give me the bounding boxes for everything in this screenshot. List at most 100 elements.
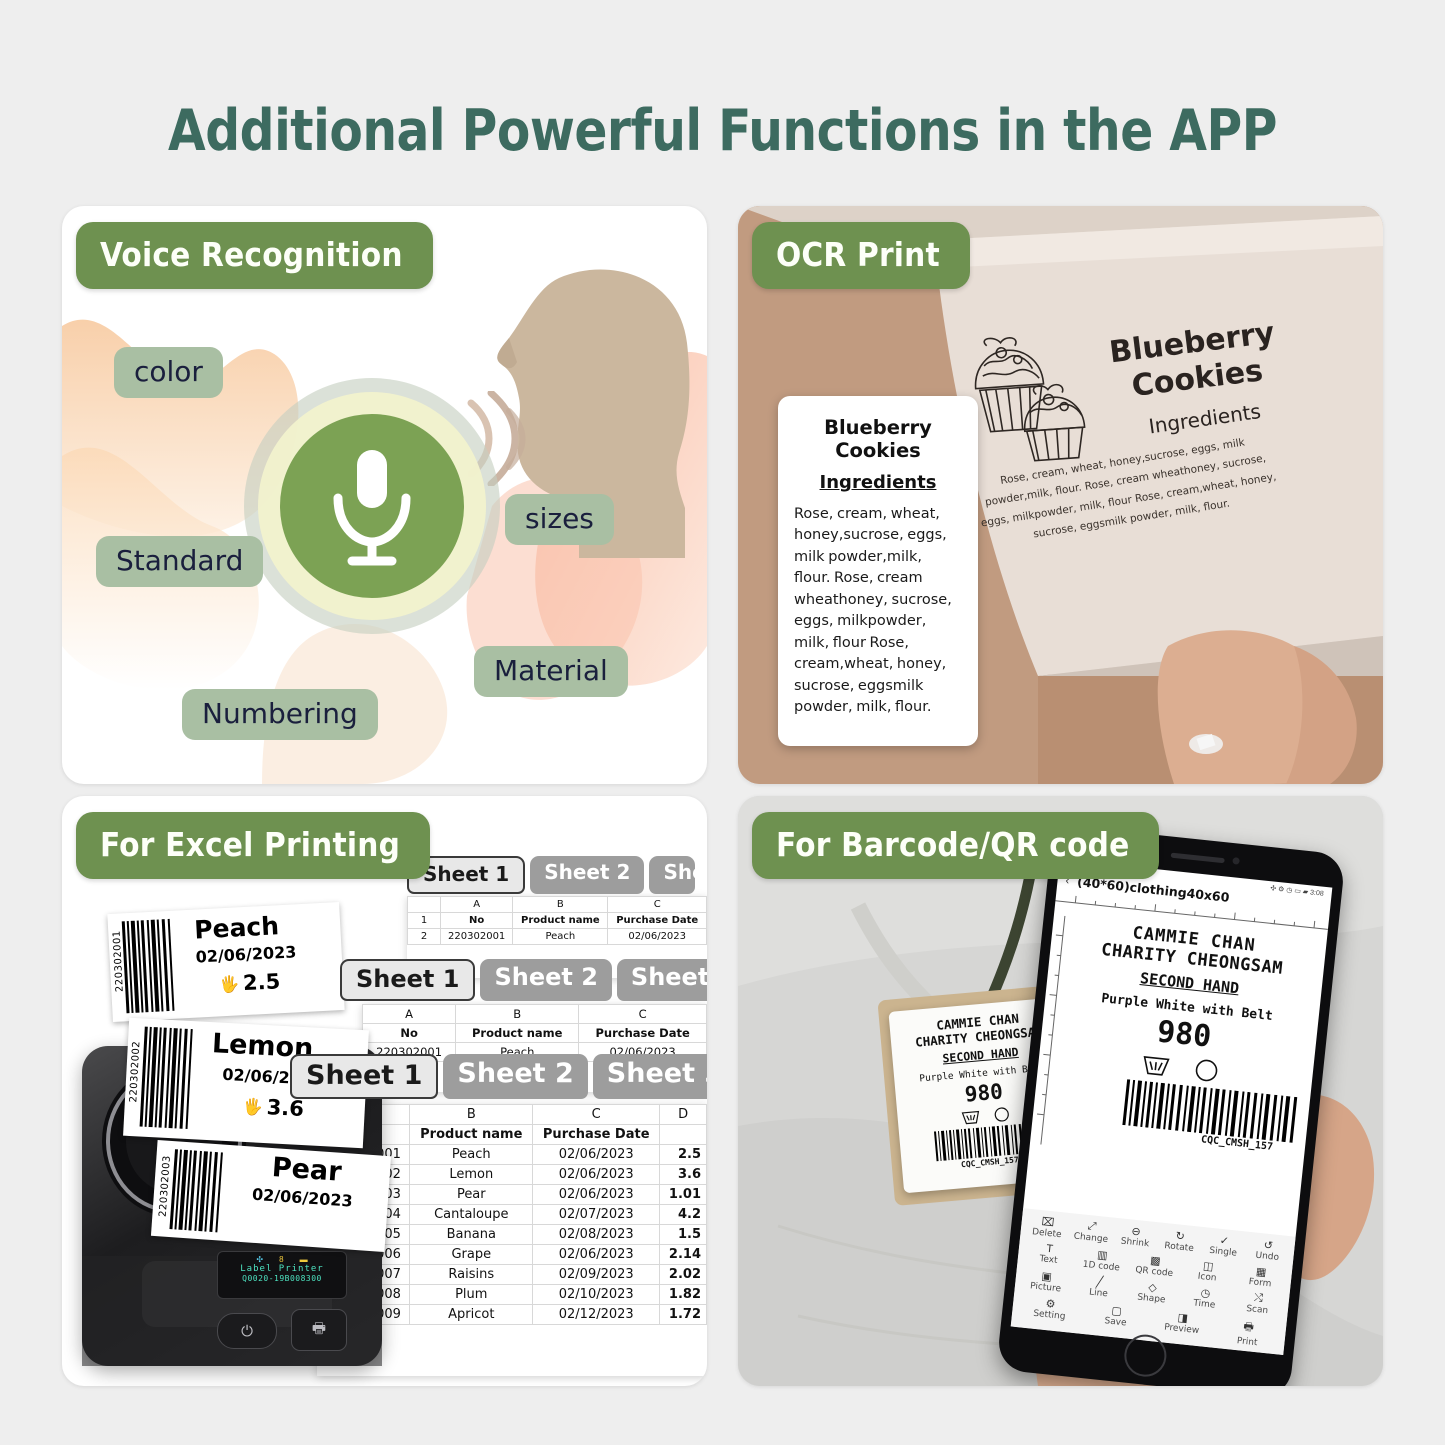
wash-tub-icon	[1143, 1056, 1170, 1076]
barcode-photo-background: CAMMIE CHAN CHARITY CHEONGSAM SECOND HAN…	[738, 796, 1383, 1386]
toolbar-button-rotate[interactable]: ↻ Rotate	[1156, 1227, 1202, 1255]
tab-sheet-2[interactable]: Sheet 2	[480, 959, 612, 1001]
power-icon: ⏻	[241, 1322, 253, 1340]
tab-sheet-2[interactable]: Sheet 2	[530, 856, 645, 894]
tab-sheet-1[interactable]: Sheet 1	[290, 1054, 439, 1099]
printer-screen-line1: Label Printer	[240, 1264, 324, 1274]
toolbar-button-qr-code[interactable]: ▩ QR code	[1127, 1251, 1182, 1279]
col-header-2: Purchase Date	[532, 1124, 661, 1145]
panel-header-voice: Voice Recognition	[76, 222, 433, 289]
toolbar-button-delete[interactable]: ⌧ Delete	[1024, 1213, 1070, 1241]
table-cell: 1.72	[659, 1304, 707, 1325]
money-icon: 🖐	[218, 973, 240, 994]
printer-feed-button[interactable]: 🖶	[291, 1309, 347, 1351]
circle-dryclean-icon	[1195, 1059, 1218, 1082]
sheet-tabs-back: Sheet 1 Sheet 2 Sheet 3	[407, 856, 696, 894]
tab-sheet-3[interactable]: Sheet 3	[616, 959, 707, 1001]
row-number: 2	[407, 928, 441, 945]
tab-sheet-1[interactable]: Sheet 1	[340, 959, 476, 1001]
tab-sheet-3[interactable]: Sheet 3	[649, 856, 696, 894]
table-cell: Cantaloupe	[409, 1204, 534, 1225]
toolbar-button-icon[interactable]: ◫ Icon	[1180, 1257, 1235, 1285]
panel-voice-recognition: color Standard Numbering sizes Material …	[62, 206, 707, 784]
table-cell: Pear	[409, 1184, 534, 1205]
table-cell: Raisins	[409, 1264, 534, 1285]
table-cell: 1.01	[659, 1184, 707, 1205]
voice-tag-material[interactable]: Material	[474, 646, 628, 697]
toolbar-button-form[interactable]: ▦ Form	[1233, 1263, 1288, 1291]
toolbar-button-shape[interactable]: ◇ Shape	[1124, 1278, 1179, 1306]
toolbar-button-shrink[interactable]: ⊖ Shrink	[1112, 1223, 1158, 1251]
toolbar-button-print[interactable]: 🖶 Print	[1214, 1315, 1283, 1351]
col-header-product: Product name	[455, 1023, 580, 1043]
app-toolbar: ⌧ Delete ⤢ Change ⊖ Shrink ↻ Rotate ✓ Single ↺ Undo…	[1010, 1208, 1296, 1356]
circle-dryclean-icon	[994, 1107, 1009, 1122]
label-date: 02/06/2023	[195, 942, 297, 967]
bluetooth-icon: ✣	[256, 1255, 264, 1264]
col-header-3	[659, 1124, 707, 1145]
table-cell: Apricot	[409, 1304, 534, 1325]
printed-label-peach: 220302001 Peach 02/06/2023 🖐 2.5	[107, 902, 345, 1022]
wash-tub-icon	[961, 1110, 980, 1125]
table-cell: 4.2	[659, 1204, 707, 1225]
toolbar-button-scan[interactable]: ⤭ Scan	[1230, 1289, 1285, 1317]
toolbar-button-time[interactable]: ◷ Time	[1177, 1284, 1232, 1312]
cell-no: 220302001	[439, 928, 514, 945]
toolbar-button-save[interactable]: ▢ Save	[1081, 1301, 1150, 1337]
table-cell: 02/06/2023	[532, 1184, 661, 1205]
voice-tag-color[interactable]: color	[114, 347, 223, 398]
tab-sheet-2[interactable]: Sheet 2	[443, 1054, 588, 1099]
label-price: 2.5	[242, 969, 281, 996]
printer-control-cluster: ✣ 8 ▬ Label Printer Q0020-19B008300 ⏻ 🖶	[187, 1251, 367, 1361]
label-date: 02/06/2023	[251, 1184, 354, 1211]
toolbar-button-text[interactable]: T Text	[1021, 1240, 1076, 1268]
tab-sheet-3[interactable]: Sheet 3	[592, 1054, 707, 1099]
voice-tag-numbering[interactable]: Numbering	[182, 689, 378, 740]
table-cell: Peach	[409, 1144, 534, 1165]
cell-product: Peach	[512, 928, 609, 945]
table-cell: 3.6	[659, 1164, 707, 1185]
table-cell: 02/06/2023	[532, 1144, 661, 1165]
toolbar-button-single[interactable]: ✓ Single	[1201, 1232, 1247, 1260]
table-cell: 02/09/2023	[532, 1264, 661, 1285]
table-cell: 02/12/2023	[532, 1304, 661, 1325]
row-number: 1	[407, 912, 441, 929]
microphone-icon	[333, 450, 411, 566]
toolbar-button-change[interactable]: ⤢ Change	[1068, 1218, 1114, 1246]
signal-icon: 8	[279, 1255, 284, 1264]
panel-ocr-print: Blueberry Cookies Ingredients Rose, crea…	[738, 206, 1383, 784]
printer-power-button[interactable]: ⏻	[217, 1313, 277, 1349]
printed-label-pear: 220302003 Pear 02/06/2023	[150, 1139, 392, 1253]
printer-screen-line2: Q0020-19B008300	[242, 1274, 322, 1283]
money-icon: 🖐	[242, 1096, 264, 1117]
panel-excel-printing: ABC 1 No Product name Purchase Date 2 22…	[62, 796, 707, 1386]
panel-barcode-qr: CAMMIE CHAN CHARITY CHEONGSAM SECOND HAN…	[738, 796, 1383, 1386]
table-cell: Banana	[409, 1224, 534, 1245]
table-cell: Plum	[409, 1284, 534, 1305]
toolbar-button-1d-code[interactable]: ▥ 1D code	[1074, 1246, 1129, 1274]
smartphone-device: ▤ ⊿ ✣ ⚙ ◷ ▭ ▰ 3:08 ‹ (40*60)clothing40x6…	[996, 824, 1346, 1386]
phone-front-camera-icon	[1232, 857, 1241, 865]
toolbar-button-undo[interactable]: ↺ Undo	[1245, 1237, 1291, 1265]
cell-date: 02/06/2023	[607, 928, 707, 945]
printer-feed-icon: 🖶	[311, 1319, 327, 1337]
label-product-name: Pear	[270, 1152, 343, 1188]
table-cell: 02/06/2023	[532, 1244, 661, 1265]
table-cell: 1.5	[659, 1224, 707, 1245]
table-cell: 02/07/2023	[532, 1204, 661, 1225]
panel-header-excel: For Excel Printing	[76, 812, 431, 879]
ocr-card-title: Blueberry Cookies	[824, 416, 932, 462]
toolbar-button-picture[interactable]: ▣ Picture	[1019, 1267, 1074, 1295]
label-price: 3.6	[266, 1095, 305, 1122]
col-header-1: Product name	[409, 1124, 534, 1145]
table-cell: Grape	[409, 1244, 534, 1265]
toolbar-button-line[interactable]: ╱ Line	[1071, 1273, 1126, 1301]
battery-icon: ▬	[299, 1255, 308, 1264]
col-header-no: No	[361, 1023, 457, 1043]
toolbar-button-setting[interactable]: ⚙ Setting	[1015, 1294, 1084, 1330]
ocr-result-card: Blueberry Cookies Ingredients Rose, crea…	[778, 396, 978, 746]
table-cell: 2.02	[659, 1264, 707, 1285]
voice-tag-standard[interactable]: Standard	[96, 536, 264, 587]
page-title: Additional Powerful Functions in the APP	[168, 98, 1277, 164]
voice-tag-sizes[interactable]: sizes	[505, 494, 614, 545]
